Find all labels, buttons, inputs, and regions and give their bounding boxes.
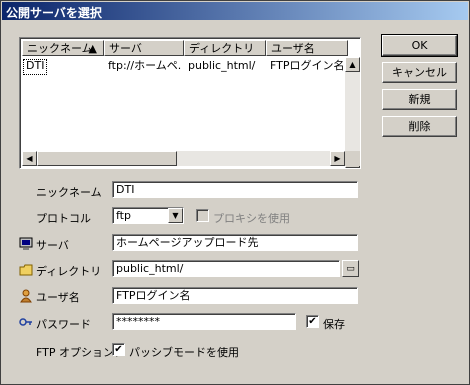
proxy-label: プロキシを使用 xyxy=(213,212,290,225)
publish-server-dialog: 公開サーバを選択 OK キャンセル 新規 削除 ニックネーム ▲ サーバ ディレ… xyxy=(0,0,470,385)
username-label: ユーザ名 xyxy=(36,291,80,304)
server-list[interactable]: ニックネーム ▲ サーバ ディレクトリ ユーザ名 DTI ftp://ホームペ.… xyxy=(19,37,361,169)
server-label: サーバ xyxy=(36,239,69,252)
delete-button[interactable]: 削除 xyxy=(382,116,457,137)
scroll-corner xyxy=(345,151,360,166)
protocol-value: ftp xyxy=(116,209,131,222)
server-field[interactable]: ホームページアップロード先 xyxy=(112,234,358,251)
folder-icon: ▭ xyxy=(346,264,355,274)
scroll-left-icon[interactable]: ◀ xyxy=(22,151,37,166)
save-password-checkbox[interactable]: ✔ xyxy=(306,315,319,328)
dialog-title: 公開サーバを選択 xyxy=(6,6,102,20)
ok-button[interactable]: OK xyxy=(381,34,458,57)
password-field[interactable]: ******** xyxy=(112,313,296,330)
passive-mode-checkbox[interactable]: ✔ xyxy=(112,343,125,356)
directory-field[interactable]: public_html/ xyxy=(112,260,340,277)
protocol-label: プロトコル xyxy=(36,212,91,225)
column-header-server[interactable]: サーバ xyxy=(104,40,184,56)
column-label: ニックネーム xyxy=(27,42,93,55)
scroll-right-icon[interactable]: ▶ xyxy=(330,151,345,166)
horizontal-scrollbar[interactable]: ◀ ▶ xyxy=(22,151,345,166)
scroll-up-icon[interactable]: ▲ xyxy=(345,57,360,72)
column-header-directory[interactable]: ディレクトリ xyxy=(184,40,266,56)
table-row-user[interactable]: FTPログイン名 xyxy=(270,59,344,73)
nickname-label: ニックネーム xyxy=(36,186,102,199)
user-icon xyxy=(20,289,32,303)
table-row-nickname[interactable]: DTI xyxy=(26,59,100,73)
horizontal-scroll-thumb[interactable] xyxy=(37,151,177,166)
password-label: パスワード xyxy=(36,318,91,331)
passive-mode-label: パッシブモードを使用 xyxy=(129,346,239,359)
directory-label: ディレクトリ xyxy=(36,265,102,278)
browse-folder-button[interactable]: ▭ xyxy=(342,260,359,277)
chevron-down-icon[interactable]: ▼ xyxy=(168,208,183,223)
protocol-select[interactable]: ftp ▼ xyxy=(112,207,184,224)
key-icon xyxy=(19,318,32,326)
new-button[interactable]: 新規 xyxy=(382,89,457,110)
proxy-checkbox[interactable] xyxy=(196,209,209,222)
computer-icon xyxy=(19,237,33,250)
table-row-server[interactable]: ftp://ホームペ... xyxy=(108,59,182,73)
folder-icon xyxy=(19,264,33,276)
column-header-user[interactable]: ユーザ名 xyxy=(266,40,348,56)
cancel-button[interactable]: キャンセル xyxy=(382,62,457,83)
title-bar: 公開サーバを選択 xyxy=(2,2,468,20)
table-row-directory[interactable]: public_html/ xyxy=(188,59,264,73)
nickname-field[interactable]: DTI xyxy=(112,181,358,198)
username-field[interactable]: FTPログイン名 xyxy=(112,287,358,304)
save-password-label: 保存 xyxy=(323,318,345,331)
sort-up-icon: ▲ xyxy=(88,42,97,55)
column-header-nickname[interactable]: ニックネーム ▲ xyxy=(22,40,104,56)
